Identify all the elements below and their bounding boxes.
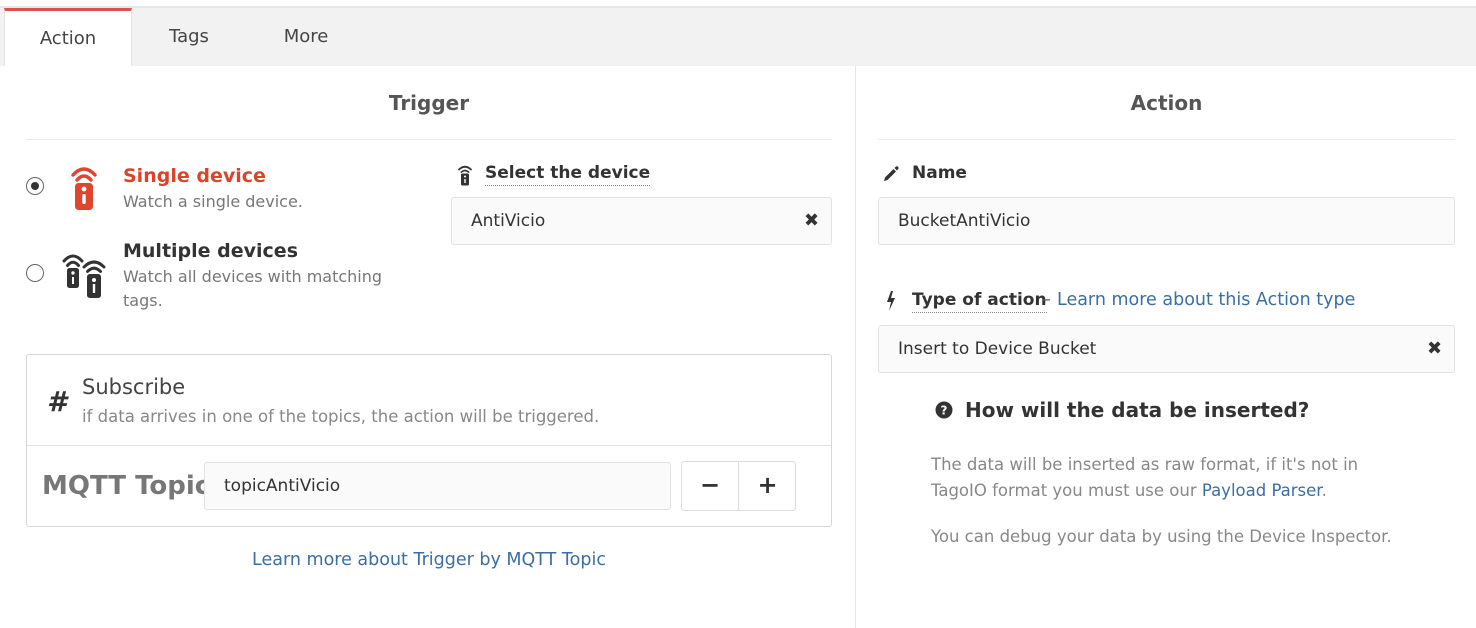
mqtt-topic-label: MQTT Topic bbox=[42, 471, 211, 501]
tab-more[interactable]: More bbox=[246, 8, 366, 66]
help-text-after: . bbox=[1321, 481, 1327, 500]
topic-stepper: − + bbox=[681, 461, 796, 511]
add-topic-button[interactable]: + bbox=[739, 462, 796, 510]
multiple-remote-icon bbox=[62, 254, 106, 298]
svg-text:?: ? bbox=[941, 404, 948, 418]
trigger-title: Trigger bbox=[388, 91, 470, 115]
bolt-icon bbox=[887, 291, 895, 311]
single-device-title[interactable]: Single device bbox=[123, 165, 266, 187]
help-paragraph-2: You can debug your data by using the Dev… bbox=[931, 527, 1392, 546]
subscribe-desc: if data arrives in one of the topics, th… bbox=[82, 407, 600, 426]
action-name-input[interactable]: BucketAntiVicio bbox=[878, 197, 1455, 245]
multiple-devices-desc: Watch all devices with matching tags. bbox=[123, 267, 383, 310]
action-divider bbox=[878, 139, 1455, 140]
question-circle-icon: ? bbox=[935, 401, 953, 419]
device-remote-icon bbox=[458, 165, 472, 186]
action-type-select[interactable]: Insert to Device Bucket bbox=[878, 325, 1455, 373]
single-remote-icon bbox=[71, 167, 97, 210]
single-device-radio[interactable] bbox=[26, 177, 44, 195]
learn-more-trigger-link[interactable]: Learn more about Trigger by MQTT Topic bbox=[26, 550, 832, 570]
pencil-icon bbox=[884, 166, 899, 181]
tab-tags[interactable]: Tags bbox=[132, 8, 246, 66]
subscribe-separator bbox=[27, 445, 831, 446]
hash-icon: # bbox=[47, 385, 67, 418]
select-device-label: Select the device bbox=[485, 163, 651, 186]
help-title: How will the data be inserted? bbox=[965, 398, 1310, 422]
column-divider bbox=[855, 66, 856, 628]
remove-topic-button[interactable]: − bbox=[682, 462, 739, 510]
trigger-divider bbox=[26, 139, 832, 140]
tab-action[interactable]: Action bbox=[4, 8, 132, 66]
type-dash: – bbox=[1042, 290, 1051, 310]
mqtt-topic-input[interactable]: topicAntiVicio bbox=[204, 462, 671, 510]
subscribe-title: Subscribe bbox=[82, 375, 186, 399]
help-paragraph-1: The data will be inserted as raw format,… bbox=[931, 452, 1371, 504]
action-title: Action bbox=[1130, 91, 1203, 115]
clear-action-type-icon[interactable]: ✖ bbox=[1427, 338, 1442, 359]
device-select[interactable]: AntiVicio bbox=[451, 197, 832, 245]
multiple-devices-radio[interactable] bbox=[26, 264, 44, 282]
single-device-desc: Watch a single device. bbox=[123, 192, 303, 211]
payload-parser-link[interactable]: Payload Parser bbox=[1202, 481, 1322, 500]
clear-device-icon[interactable]: ✖ bbox=[804, 210, 819, 231]
multiple-devices-title[interactable]: Multiple devices bbox=[123, 240, 298, 262]
learn-more-action-type-link[interactable]: Learn more about this Action type bbox=[1057, 290, 1355, 310]
type-of-action-label: Type of action bbox=[912, 290, 1047, 313]
name-label: Name bbox=[912, 163, 967, 183]
